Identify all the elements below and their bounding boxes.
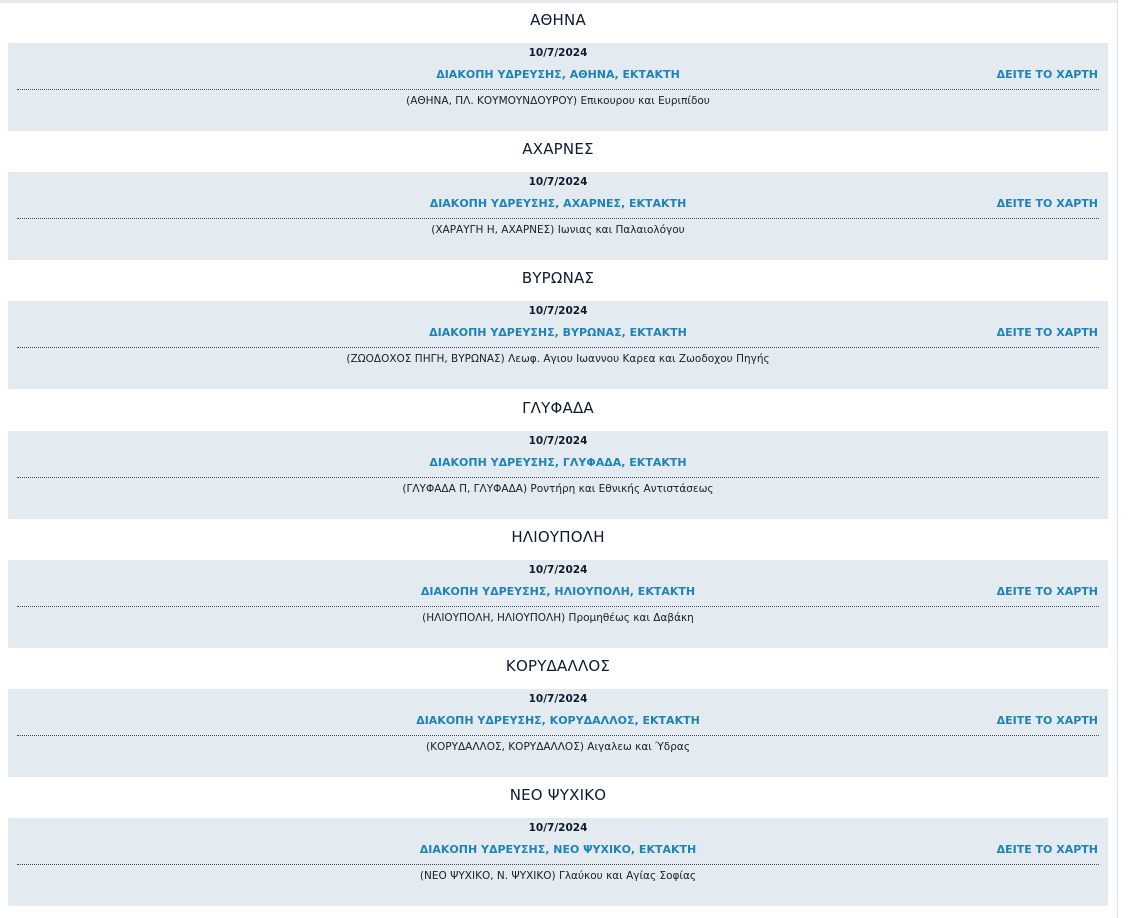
outage-card: 10/7/2024 ΔΙΑΚΟΠΗ ΥΔΡΕΥΣΗΣ, ΒΥΡΩΝΑΣ, ΕΚΤ…: [8, 301, 1108, 390]
dotted-divider: [17, 218, 1099, 220]
outage-details: (ΗΛΙΟΥΠΟΛΗ, ΗΛΙΟΥΠΟΛΗ) Προμηθέως και Δαβ…: [422, 611, 694, 624]
area-heading: ΗΛΙΟΥΠΟΛΗ: [511, 527, 605, 546]
area-heading: ΑΧΑΡΝΕΣ: [522, 140, 594, 159]
dotted-divider: [17, 476, 1099, 478]
outage-card: 10/7/2024 ΔΙΑΚΟΠΗ ΥΔΡΕΥΣΗΣ, ΗΛΙΟΥΠΟΛΗ, Ε…: [8, 559, 1108, 648]
view-map-link[interactable]: ΔΕΙΤΕ ΤΟ ΧΑΡΤΗ: [997, 326, 1098, 339]
outage-card: 10/7/2024 ΔΙΑΚΟΠΗ ΥΔΡΕΥΣΗΣ, ΚΟΡΥΔΑΛΛΟΣ, …: [8, 688, 1108, 777]
area-heading: ΓΛΥΦΑΔΑ: [522, 398, 594, 417]
outage-section: ΑΧΑΡΝΕΣ 10/7/2024 ΔΙΑΚΟΠΗ ΥΔΡΕΥΣΗΣ, ΑΧΑΡ…: [8, 134, 1108, 263]
outage-headline-link[interactable]: ΔΙΑΚΟΠΗ ΥΔΡΕΥΣΗΣ, ΗΛΙΟΥΠΟΛΗ, ΕΚΤΑΚΤΗ: [8, 585, 1108, 598]
outage-card: 10/7/2024 ΔΙΑΚΟΠΗ ΥΔΡΕΥΣΗΣ, ΝΕΟ ΨΥΧΙΚΟ, …: [8, 818, 1108, 907]
outage-section: ΓΛΥΦΑΔΑ 10/7/2024 ΔΙΑΚΟΠΗ ΥΔΡΕΥΣΗΣ, ΓΛΥΦ…: [8, 393, 1108, 522]
dotted-divider: [17, 734, 1099, 736]
outage-section: ΚΟΡΥΔΑΛΛΟΣ 10/7/2024 ΔΙΑΚΟΠΗ ΥΔΡΕΥΣΗΣ, Κ…: [8, 651, 1108, 780]
dotted-divider: [17, 347, 1099, 349]
outage-card: 10/7/2024 ΔΙΑΚΟΠΗ ΥΔΡΕΥΣΗΣ, ΓΛΥΦΑΔΑ, ΕΚΤ…: [8, 430, 1108, 519]
outage-details: (ΑΘΗΝΑ, ΠΛ. ΚΟΥΜΟΥΝΔΟΥΡΟΥ) Επικουρου και…: [406, 95, 710, 107]
outage-headline-link[interactable]: ΔΙΑΚΟΠΗ ΥΔΡΕΥΣΗΣ, ΚΟΡΥΔΑΛΛΟΣ, ΕΚΤΑΚΤΗ: [8, 714, 1108, 727]
outage-headline-link[interactable]: ΔΙΑΚΟΠΗ ΥΔΡΕΥΣΗΣ, ΒΥΡΩΝΑΣ, ΕΚΤΑΚΤΗ: [8, 326, 1108, 339]
view-map-link[interactable]: ΔΕΙΤΕ ΤΟ ΧΑΡΤΗ: [997, 197, 1098, 210]
outage-details: (ΖΩΟΔΟΧΟΣ ΠΗΓΗ, ΒΥΡΩΝΑΣ) Λεωφ. Αγιου Ιωα…: [346, 353, 770, 366]
area-heading: ΒΥΡΩΝΑΣ: [521, 269, 595, 288]
outage-headline-link[interactable]: ΔΙΑΚΟΠΗ ΥΔΡΕΥΣΗΣ, ΓΛΥΦΑΔΑ, ΕΚΤΑΚΤΗ: [8, 456, 1108, 469]
outage-details: (ΧΑΡΑΥΓΗ Η, ΑΧΑΡΝΕΣ) Ιωνιας και Παλαιολό…: [431, 224, 685, 237]
area-heading: ΚΟΡΥΔΑΛΛΟΣ: [505, 656, 611, 675]
outage-headline-link[interactable]: ΔΙΑΚΟΠΗ ΥΔΡΕΥΣΗΣ, ΑΧΑΡΝΕΣ, ΕΚΤΑΚΤΗ: [8, 197, 1108, 210]
dotted-divider: [17, 605, 1099, 607]
outage-date: 10/7/2024: [528, 822, 588, 835]
outage-date: 10/7/2024: [528, 563, 588, 576]
outage-date: 10/7/2024: [528, 176, 588, 189]
scrollbar-track[interactable]: [1118, 0, 1137, 918]
view-map-link[interactable]: ΔΕΙΤΕ ΤΟ ΧΑΡΤΗ: [997, 585, 1098, 598]
outage-date: 10/7/2024: [528, 305, 588, 318]
outage-details: (ΓΛΥΦΑΔΑ Π, ΓΛΥΦΑΔΑ) Ροντήρη και Εθνικής…: [402, 482, 714, 495]
outage-headline-link[interactable]: ΔΙΑΚΟΠΗ ΥΔΡΕΥΣΗΣ, ΑΘΗΝΑ, ΕΚΤΑΚΤΗ: [8, 68, 1108, 81]
area-heading: ΝΕΟ ΨΥΧΙΚΟ: [509, 786, 607, 805]
outage-card: 10/7/2024 ΔΙΑΚΟΠΗ ΥΔΡΕΥΣΗΣ, ΑΧΑΡΝΕΣ, ΕΚΤ…: [8, 172, 1108, 261]
view-map-link[interactable]: ΔΕΙΤΕ ΤΟ ΧΑΡΤΗ: [997, 843, 1098, 856]
outage-date: 10/7/2024: [528, 434, 588, 447]
outage-date: 10/7/2024: [528, 47, 588, 59]
dotted-divider: [17, 864, 1099, 866]
outage-details: (ΝΕΟ ΨΥΧΙΚΟ, Ν. ΨΥΧΙΚΟ) Γλαύκου και Αγία…: [419, 870, 697, 883]
top-divider: [0, 0, 1118, 3]
outage-date: 10/7/2024: [528, 692, 588, 705]
outage-section: ΗΛΙΟΥΠΟΛΗ 10/7/2024 ΔΙΑΚΟΠΗ ΥΔΡΕΥΣΗΣ, ΗΛ…: [8, 522, 1108, 651]
area-heading: ΑΘΗΝΑ: [530, 11, 586, 29]
outage-section: ΒΥΡΩΝΑΣ 10/7/2024 ΔΙΑΚΟΠΗ ΥΔΡΕΥΣΗΣ, ΒΥΡΩ…: [8, 263, 1108, 392]
dotted-divider: [17, 89, 1099, 90]
outage-headline-link[interactable]: ΔΙΑΚΟΠΗ ΥΔΡΕΥΣΗΣ, ΝΕΟ ΨΥΧΙΚΟ, ΕΚΤΑΚΤΗ: [8, 843, 1108, 856]
view-map-link[interactable]: ΔΕΙΤΕ ΤΟ ΧΑΡΤΗ: [997, 714, 1098, 727]
outage-details: (ΚΟΡΥΔΑΛΛΟΣ, ΚΟΡΥΔΑΛΛΟΣ) Αιγαλεω και Ύδρ…: [426, 740, 690, 753]
view-map-link[interactable]: ΔΕΙΤΕ ΤΟ ΧΑΡΤΗ: [997, 68, 1098, 81]
outage-section: ΝΕΟ ΨΥΧΙΚΟ 10/7/2024 ΔΙΑΚΟΠΗ ΥΔΡΕΥΣΗΣ, Ν…: [8, 780, 1108, 909]
outage-list: ΑΘΗΝΑ 10/7/2024 ΔΙΑΚΟΠΗ ΥΔΡΕΥΣΗΣ, ΑΘΗΝΑ,…: [8, 5, 1108, 909]
outage-section: ΑΘΗΝΑ 10/7/2024 ΔΙΑΚΟΠΗ ΥΔΡΕΥΣΗΣ, ΑΘΗΝΑ,…: [8, 5, 1108, 134]
outage-card: 10/7/2024 ΔΙΑΚΟΠΗ ΥΔΡΕΥΣΗΣ, ΑΘΗΝΑ, ΕΚΤΑΚ…: [8, 43, 1108, 131]
